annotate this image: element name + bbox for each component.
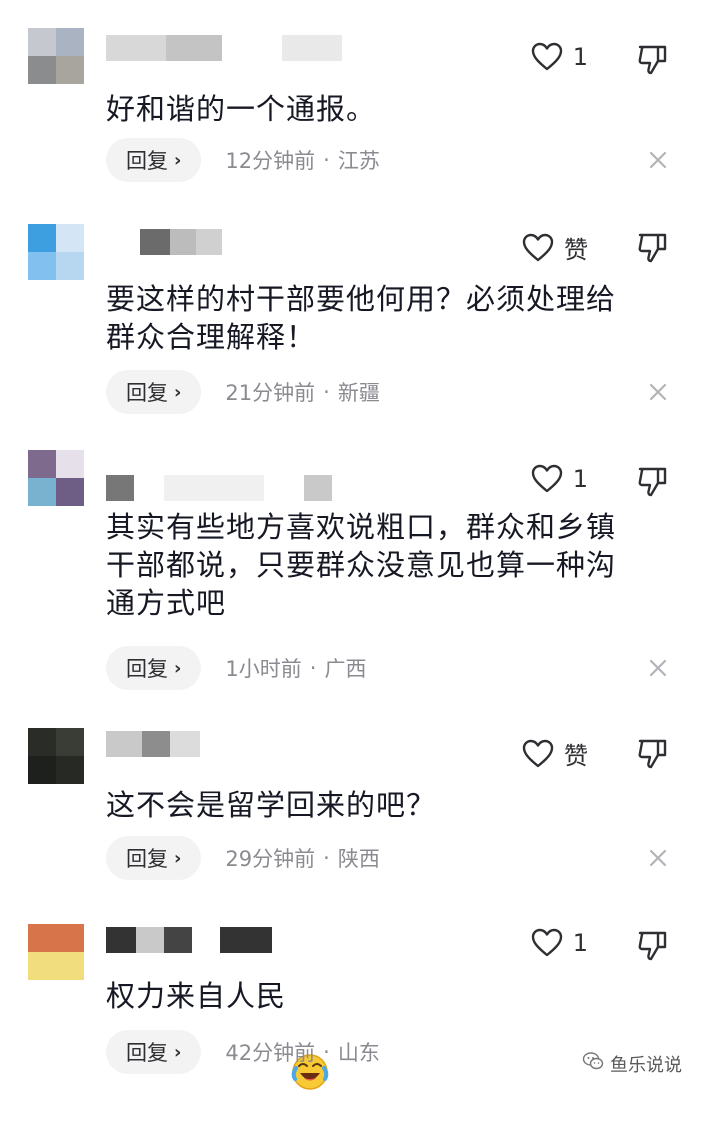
avatar[interactable] (28, 450, 84, 506)
wechat-icon (582, 1050, 604, 1077)
watermark-text: 鱼乐说说 (610, 1054, 682, 1076)
heart-icon (531, 928, 563, 958)
reply-button[interactable]: 回复 › (106, 646, 202, 690)
dislike-button[interactable] (636, 464, 670, 498)
heart-icon (522, 739, 554, 769)
username-blurred[interactable] (106, 228, 222, 256)
username-blurred[interactable] (106, 926, 272, 954)
thumbs-down-icon (638, 45, 667, 75)
comment-text: 要这样的村干部要他何用？必须处理给 群众合理解释！ (106, 282, 617, 354)
close-icon[interactable] (646, 380, 670, 404)
time-location: 29分钟前 · 陕西 (225, 843, 379, 873)
comment-text: 好和谐的一个通报。 (106, 92, 377, 126)
comment-location: 新疆 (337, 381, 380, 405)
comment-location: 山东 (337, 1041, 380, 1065)
close-icon[interactable] (646, 656, 670, 680)
time-location: 21分钟前 · 新疆 (225, 377, 379, 407)
time-location: 12分钟前 · 江苏 (225, 145, 379, 175)
reply-label: 回复 (126, 847, 168, 871)
like-button[interactable]: 赞 (522, 736, 588, 771)
like-button[interactable]: 1 (531, 42, 588, 72)
heart-icon (531, 464, 563, 494)
avatar[interactable] (28, 28, 84, 84)
separator-dot: · (309, 656, 317, 680)
comment-meta: 回复 › 42分钟前 · 山东 (106, 1030, 380, 1074)
like-label: 赞 (564, 236, 588, 264)
comment-text-content: 权力来自人民 (106, 979, 287, 1013)
comment-meta: 回复 › 12分钟前 · 江苏 (106, 138, 380, 182)
chevron-right-icon: › (174, 381, 182, 403)
separator-dot: · (323, 380, 330, 404)
like-count: 1 (572, 465, 588, 493)
comment-time: 1小时前 (225, 657, 302, 681)
watermark: 鱼乐说说 (582, 1050, 682, 1077)
comment-time: 21分钟前 (225, 381, 316, 405)
comment-time: 29分钟前 (225, 847, 316, 871)
thumbs-down-icon (638, 233, 667, 263)
time-location: 1小时前 · 广西 (225, 653, 366, 683)
like-label: 赞 (564, 742, 588, 770)
like-count: 1 (572, 43, 588, 71)
like-button[interactable]: 1 (531, 464, 588, 494)
username-blurred[interactable] (106, 34, 342, 62)
like-button[interactable]: 赞 (522, 230, 588, 265)
comment-text: 权力来自人民 (106, 976, 666, 1090)
reply-label: 回复 (126, 1041, 168, 1065)
reply-label: 回复 (126, 381, 168, 405)
dislike-button[interactable] (636, 928, 670, 962)
close-icon[interactable] (646, 846, 670, 870)
reply-button[interactable]: 回复 › (106, 836, 202, 880)
chevron-right-icon: › (174, 847, 182, 869)
reply-button[interactable]: 回复 › (106, 1030, 202, 1074)
reply-button[interactable]: 回复 › (106, 138, 202, 182)
chevron-right-icon: › (174, 657, 182, 679)
comment-meta: 回复 › 21分钟前 · 新疆 (106, 370, 380, 414)
chevron-right-icon: › (174, 1041, 182, 1063)
reply-label: 回复 (126, 149, 168, 173)
comment-text: 其实有些地方喜欢说粗口，群众和乡镇 干部都说，只要群众没意见也算一种沟 通方式吧 (106, 510, 617, 620)
username-blurred[interactable] (106, 474, 332, 502)
time-location: 42分钟前 · 山东 (225, 1037, 379, 1067)
dislike-button[interactable] (636, 42, 670, 76)
like-button[interactable]: 1 (531, 928, 588, 958)
avatar[interactable] (28, 924, 84, 980)
comment-location: 陕西 (337, 847, 380, 871)
comment-meta: 回复 › 29分钟前 · 陕西 (106, 836, 380, 880)
username-blurred[interactable] (106, 730, 200, 758)
like-count: 1 (572, 929, 588, 957)
comment-meta: 回复 › 1小时前 · 广西 (106, 646, 366, 690)
heart-icon (522, 233, 554, 263)
separator-dot: · (323, 1040, 330, 1064)
comment-time: 12分钟前 (225, 149, 316, 173)
dislike-button[interactable] (636, 230, 670, 264)
close-icon[interactable] (646, 148, 670, 172)
comment-location: 广西 (324, 657, 367, 681)
laugh-cry-emoji-icon (290, 976, 330, 1090)
reply-label: 回复 (126, 657, 168, 681)
chevron-right-icon: › (174, 149, 182, 171)
avatar[interactable] (28, 224, 84, 280)
reply-button[interactable]: 回复 › (106, 370, 202, 414)
dislike-button[interactable] (636, 736, 670, 770)
avatar[interactable] (28, 728, 84, 784)
comment-location: 江苏 (337, 149, 380, 173)
comment-text: 这不会是留学回来的吧？ (106, 788, 437, 822)
thumbs-down-icon (638, 931, 667, 961)
comment-time: 42分钟前 (225, 1041, 316, 1065)
thumbs-down-icon (638, 467, 667, 497)
separator-dot: · (323, 846, 330, 870)
separator-dot: · (323, 148, 330, 172)
thumbs-down-icon (638, 739, 667, 769)
heart-icon (531, 42, 563, 72)
